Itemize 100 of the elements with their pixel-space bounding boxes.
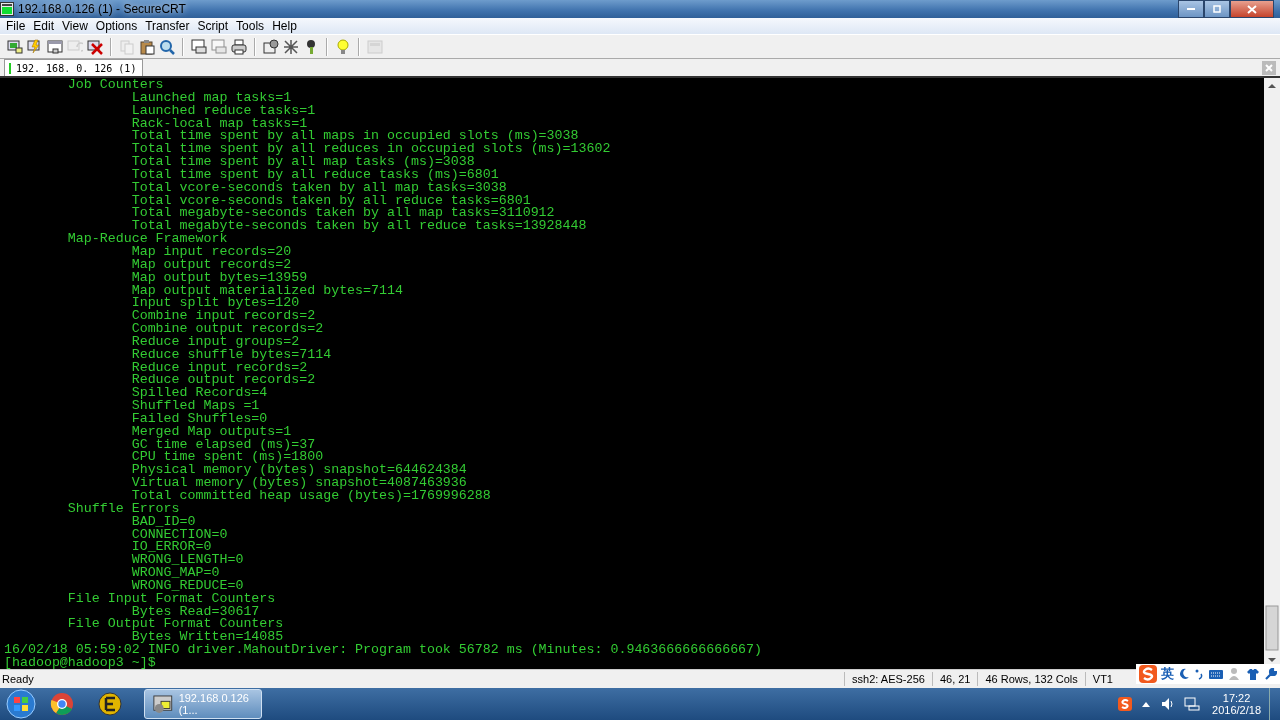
app-icon	[0, 2, 14, 16]
menu-item[interactable]: Edit	[29, 19, 59, 33]
terminal-line: Reduce input records=2	[130, 361, 308, 375]
lightning-terminal-icon	[27, 38, 43, 55]
terminal-line: Map-Reduce Framework	[66, 233, 228, 246]
printer-icon	[231, 38, 247, 55]
terminal-line: Map input records=20	[131, 245, 292, 259]
browser-icon[interactable]	[50, 692, 74, 716]
restore-button[interactable]	[1204, 0, 1230, 18]
terminal-line: Shuffle Errors	[66, 502, 180, 516]
terminal-line: 16/02/18 05:59:02 INFO driver.MahoutDriver: Program took 56782 ms (Minutes: 0.9463666666666667)	[4, 644, 763, 657]
task-label: 192.168.0.126 (1...	[178, 692, 250, 716]
terminal-line: BAD_ID=0	[130, 515, 196, 529]
menu-item[interactable]: Script	[193, 19, 233, 33]
up-arrow-icon[interactable]	[1142, 701, 1151, 707]
status-cell: ssh2: AES-256	[844, 672, 932, 686]
menu-item[interactable]: Help	[268, 19, 301, 33]
terminal-line: Total time spent by all maps in occupied slots (ms)=3038	[130, 130, 579, 144]
terminal-line: Reduce output records=2	[130, 374, 316, 388]
terminal-line: Shuffled Maps =1	[130, 400, 260, 413]
menu-item[interactable]: View	[58, 19, 92, 33]
terminal-line: Total megabyte-seconds taken by all reduce tasks=13928448	[131, 220, 587, 234]
minimize-icon	[1187, 8, 1195, 10]
terminal-line: Merged Map outputs=1	[130, 425, 292, 439]
wrench-icon[interactable]	[1264, 667, 1277, 681]
status-cell: 46 Rows, 132 Cols	[977, 672, 1085, 686]
terminal-line: IO_ERROR=0	[130, 541, 212, 555]
terminal-line: Map output bytes=13959	[130, 271, 308, 285]
s-logo-icon[interactable]	[1118, 697, 1133, 711]
network-icon[interactable]	[1184, 697, 1201, 711]
clock-date[interactable]: 2016/2/18	[1212, 704, 1261, 716]
status-cell: VT1	[1084, 672, 1120, 686]
shirt-icon[interactable]	[1246, 667, 1260, 681]
keyboard-icon[interactable]	[1208, 668, 1224, 680]
terminal-line: Failed Shuffles=0	[130, 412, 268, 426]
close-icon	[1265, 64, 1273, 72]
restore-icon	[1212, 4, 1222, 14]
terminal-line: WRONG_MAP=0	[130, 567, 220, 580]
terminal-line: Bytes Read=30617	[131, 605, 260, 619]
session-tab[interactable]: 192. 168. 0. 126 (1)	[4, 59, 144, 76]
terminal-line: Launched reduce tasks=1	[130, 104, 316, 118]
terminal-line: WRONG_LENGTH=0	[130, 554, 244, 568]
toolbar-button[interactable]	[159, 38, 175, 55]
status-text: Ready	[1, 673, 35, 685]
terminal-line: Reduce shuffle bytes=7114	[130, 348, 332, 362]
terminal-line: Total committed heap usage (bytes)=1769996288	[130, 490, 491, 503]
terminal-line: Spilled Records=4	[130, 387, 268, 401]
terminal-line: Input split bytes=120	[130, 297, 300, 311]
menu-item[interactable]: Transfer	[141, 19, 194, 33]
punctuation-icon[interactable]	[1194, 668, 1204, 680]
window-icon	[367, 38, 383, 55]
toolbar-button[interactable]	[231, 38, 247, 55]
terminal-line: Total time spent by all reduce tasks (ms)=6801	[130, 168, 499, 182]
terminal-line: Total time spent by all reduces in occupied slots (ms)=13602	[130, 143, 611, 157]
terminal-line: Total megabyte-seconds taken by all map tasks=3110912	[130, 207, 555, 221]
terminal-line: GC time elapsed (ms)=37	[130, 438, 316, 452]
status-cell: 46, 21	[931, 672, 978, 686]
terminal-line: Launched map tasks=1	[130, 91, 292, 105]
start-orb-icon[interactable]	[4, 688, 38, 720]
terminal-line: Reduce input groups=2	[130, 335, 300, 349]
speaker-icon[interactable]	[1160, 697, 1175, 711]
connect-icon	[7, 38, 23, 55]
search-icon	[159, 38, 175, 55]
terminal-line: Bytes Written=14085	[131, 631, 284, 645]
clipboard-icon	[139, 38, 155, 55]
close-icon	[1247, 4, 1257, 14]
close-button[interactable]	[1230, 0, 1274, 18]
clock-time[interactable]: 17:22	[1212, 692, 1261, 704]
terminal-line: Physical memory (bytes) snapshot=644624384	[130, 464, 467, 478]
menu-item[interactable]: File	[2, 19, 30, 33]
terminal-arrow-icon	[67, 38, 83, 55]
terminal-line: Combine input records=2	[130, 310, 316, 324]
terminal-line: Total vcore-seconds taken by all reduce tasks=6801	[130, 194, 531, 208]
terminal-line: [hadoop@hadoop3 ~]$	[4, 656, 157, 669]
terminal-line: Total time spent by all map tasks (ms)=3038	[130, 156, 475, 169]
s-logo-icon[interactable]	[1139, 665, 1157, 683]
copy-icon	[119, 38, 135, 55]
terminal-window-icon	[47, 38, 63, 55]
terminal-line: File Input Format Counters	[66, 592, 277, 606]
menu-item[interactable]: Options	[91, 19, 142, 33]
minimize-button[interactable]	[1178, 0, 1204, 18]
toolbar-button[interactable]	[47, 38, 63, 55]
terminal-line: Job Counters	[66, 79, 165, 92]
terminal-line: Virtual memory (bytes) snapshot=4087463936	[130, 477, 467, 490]
toolbar-button[interactable]	[87, 38, 103, 55]
window-title: 192.168.0.126 (1) - SecureCRT	[18, 2, 186, 16]
terminal-line: Total vcore-seconds taken by all map tasks=3038	[130, 181, 507, 195]
menu-item[interactable]: Tools	[232, 19, 269, 33]
toolbar-button[interactable]	[7, 38, 23, 55]
editor-e-icon[interactable]	[98, 692, 122, 716]
terminal-line: CPU time spent (ms)=1800	[130, 451, 324, 465]
moon-icon[interactable]	[1178, 668, 1190, 680]
terminal-line: Map output records=2	[130, 258, 292, 272]
terminal-line: File Output Format Counters	[66, 618, 285, 632]
terminal-line: CONNECTION=0	[130, 528, 228, 542]
terminal-line: WRONG_REDUCE=0	[130, 579, 244, 593]
terminal-line: Rack-local map tasks=1	[130, 117, 308, 131]
ime-language-button[interactable]: 英	[1161, 665, 1174, 683]
toolbar-button[interactable]	[139, 38, 155, 55]
terminal-cross-icon	[87, 38, 103, 55]
